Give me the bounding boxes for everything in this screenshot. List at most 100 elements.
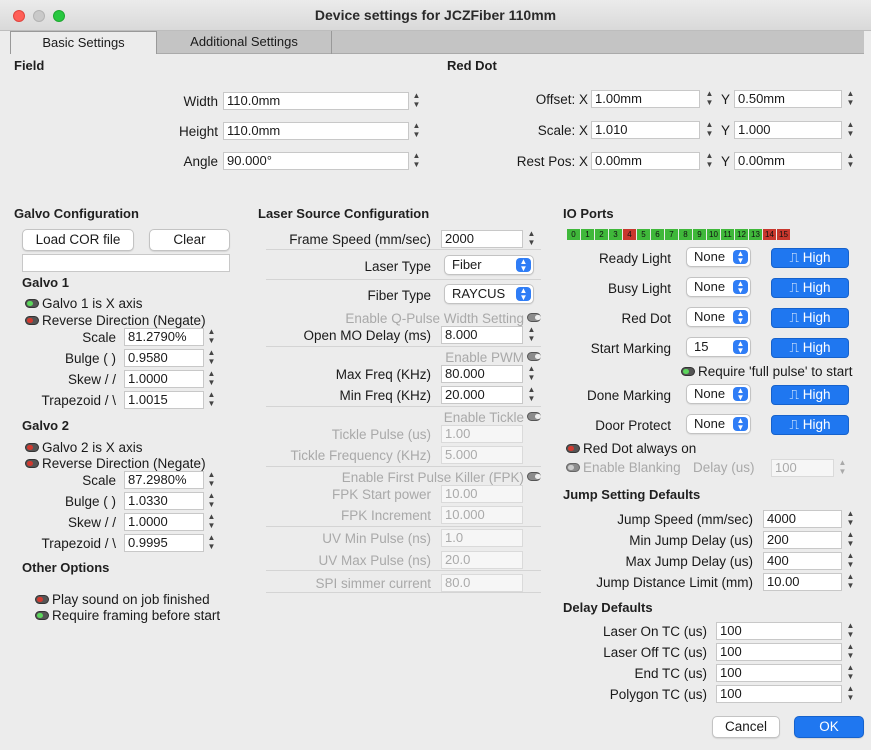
polygon-tc-stepper[interactable]: ▲ ▼ [845, 684, 856, 704]
full-pulse-toggle[interactable] [681, 367, 695, 376]
scale-y-stepper[interactable]: ▲ ▼ [845, 120, 856, 140]
blanking-delay-stepper[interactable]: ▲ ▼ [837, 458, 848, 478]
galvo2-bulge-stepper[interactable]: ▲ ▼ [206, 491, 217, 511]
tab-basic-settings[interactable]: Basic Settings [10, 31, 157, 54]
min-jump-delay-stepper[interactable]: ▲ ▼ [845, 530, 856, 550]
mo-delay-stepper[interactable]: ▲ ▼ [526, 325, 537, 345]
laser-on-tc-input[interactable]: 100 [716, 622, 842, 640]
min-freq-input[interactable]: 20.000 [441, 386, 523, 404]
angle-input[interactable]: 90.000° [223, 152, 409, 170]
galvo1-skew-input[interactable]: 1.0000 [124, 370, 204, 388]
fpk-toggle[interactable] [527, 472, 541, 481]
width-input[interactable]: 110.0mm [223, 92, 409, 110]
rest-y-stepper[interactable]: ▲ ▼ [845, 151, 856, 171]
fpk-start-input[interactable]: 10.00 [441, 485, 523, 503]
galvo2-is-x-toggle[interactable] [25, 443, 39, 452]
end-tc-stepper[interactable]: ▲ ▼ [845, 663, 856, 683]
uv-min-input[interactable]: 1.0 [441, 529, 523, 547]
max-freq-stepper[interactable]: ▲ ▼ [526, 364, 537, 384]
galvo2-skew-input[interactable]: 1.0000 [124, 513, 204, 531]
ok-button[interactable]: OK [794, 716, 864, 738]
ready-light-level-button[interactable]: ⎍ High [771, 248, 849, 268]
laser-off-tc-stepper[interactable]: ▲ ▼ [845, 642, 856, 662]
q-pulse-toggle[interactable] [527, 313, 541, 322]
fpk-increment-input[interactable]: 10.000 [441, 506, 523, 524]
width-stepper[interactable]: ▲ ▼ [411, 91, 422, 111]
red-dot-always-on-toggle[interactable] [566, 444, 580, 453]
scale-x-input[interactable]: 1.010 [591, 121, 700, 139]
start-marking-level-button[interactable]: ⎍ High [771, 338, 849, 358]
frame-speed-stepper[interactable]: ▲ ▼ [526, 229, 537, 249]
jump-distance-input[interactable]: 10.00 [763, 573, 842, 591]
galvo1-trapezoid-stepper[interactable]: ▲ ▼ [206, 390, 217, 410]
galvo2-bulge-input[interactable]: 1.0330 [124, 492, 204, 510]
max-freq-input[interactable]: 80.000 [441, 365, 523, 383]
galvo1-is-x-toggle[interactable] [25, 299, 39, 308]
galvo1-scale-stepper[interactable]: ▲ ▼ [206, 327, 217, 347]
door-protect-level-button[interactable]: ⎍ High [771, 415, 849, 435]
galvo2-reverse-toggle[interactable] [25, 459, 39, 468]
laser-on-tc-stepper[interactable]: ▲ ▼ [845, 621, 856, 641]
offset-x-stepper[interactable]: ▲ ▼ [704, 89, 715, 109]
laser-off-tc-input[interactable]: 100 [716, 643, 842, 661]
require-framing-toggle[interactable] [35, 611, 49, 620]
max-jump-delay-stepper[interactable]: ▲ ▼ [845, 551, 856, 571]
busy-light-select[interactable]: None ▲ ▼ [686, 277, 751, 297]
galvo2-scale-input[interactable]: 87.2980% [124, 471, 204, 489]
galvo1-scale-input[interactable]: 81.2790% [124, 328, 204, 346]
offset-y-input[interactable]: 0.50mm [734, 90, 842, 108]
scale-y-input[interactable]: 1.000 [734, 121, 842, 139]
frame-speed-input[interactable]: 2000 [441, 230, 523, 248]
uv-max-input[interactable]: 20.0 [441, 551, 523, 569]
red-dot-io-select[interactable]: None ▲ ▼ [686, 307, 751, 327]
ready-light-select[interactable]: None ▲ ▼ [686, 247, 751, 267]
door-protect-select[interactable]: None ▲ ▼ [686, 414, 751, 434]
play-sound-toggle[interactable] [35, 595, 49, 604]
galvo2-trapezoid-stepper[interactable]: ▲ ▼ [206, 533, 217, 553]
height-stepper[interactable]: ▲ ▼ [411, 121, 422, 141]
offset-y-stepper[interactable]: ▲ ▼ [845, 89, 856, 109]
tickle-pulse-input[interactable]: 1.00 [441, 425, 523, 443]
galvo2-skew-stepper[interactable]: ▲ ▼ [206, 512, 217, 532]
clear-button[interactable]: Clear [149, 229, 230, 251]
rest-y-input[interactable]: 0.00mm [734, 152, 842, 170]
tickle-freq-input[interactable]: 5.000 [441, 446, 523, 464]
done-marking-select[interactable]: None ▲ ▼ [686, 384, 751, 404]
jump-speed-stepper[interactable]: ▲ ▼ [845, 509, 856, 529]
red-dot-io-level-button[interactable]: ⎍ High [771, 308, 849, 328]
jump-distance-stepper[interactable]: ▲ ▼ [845, 572, 856, 592]
galvo1-bulge-stepper[interactable]: ▲ ▼ [206, 348, 217, 368]
galvo2-trapezoid-input[interactable]: 0.9995 [124, 534, 204, 552]
galvo1-trapezoid-input[interactable]: 1.0015 [124, 391, 204, 409]
enable-blanking-toggle[interactable] [566, 463, 580, 472]
cancel-button[interactable]: Cancel [712, 716, 780, 738]
blanking-delay-input[interactable]: 100 [771, 459, 834, 477]
scale-x-stepper[interactable]: ▲ ▼ [704, 120, 715, 140]
start-marking-select[interactable]: 15 ▲ ▼ [686, 337, 751, 357]
galvo2-scale-stepper[interactable]: ▲ ▼ [206, 470, 217, 490]
min-jump-delay-input[interactable]: 200 [763, 531, 842, 549]
busy-light-level-button[interactable]: ⎍ High [771, 278, 849, 298]
jump-speed-input[interactable]: 4000 [763, 510, 842, 528]
end-tc-input[interactable]: 100 [716, 664, 842, 682]
done-marking-level-button[interactable]: ⎍ High [771, 385, 849, 405]
fiber-type-select[interactable]: RAYCUS ▲ ▼ [444, 284, 534, 304]
rest-x-input[interactable]: 0.00mm [591, 152, 700, 170]
tab-additional-settings[interactable]: Additional Settings [157, 31, 332, 54]
min-freq-stepper[interactable]: ▲ ▼ [526, 385, 537, 405]
angle-stepper[interactable]: ▲ ▼ [411, 151, 422, 171]
rest-x-stepper[interactable]: ▲ ▼ [704, 151, 715, 171]
offset-x-input[interactable]: 1.00mm [591, 90, 700, 108]
load-cor-button[interactable]: Load COR file [22, 229, 134, 251]
mo-delay-input[interactable]: 8.000 [441, 326, 523, 344]
max-jump-delay-input[interactable]: 400 [763, 552, 842, 570]
tickle-toggle[interactable] [527, 412, 541, 421]
galvo1-reverse-toggle[interactable] [25, 316, 39, 325]
pwm-toggle[interactable] [527, 352, 541, 361]
polygon-tc-input[interactable]: 100 [716, 685, 842, 703]
laser-type-select[interactable]: Fiber ▲ ▼ [444, 255, 534, 275]
galvo1-skew-stepper[interactable]: ▲ ▼ [206, 369, 217, 389]
height-input[interactable]: 110.0mm [223, 122, 409, 140]
spi-input[interactable]: 80.0 [441, 574, 523, 592]
galvo1-bulge-input[interactable]: 0.9580 [124, 349, 204, 367]
